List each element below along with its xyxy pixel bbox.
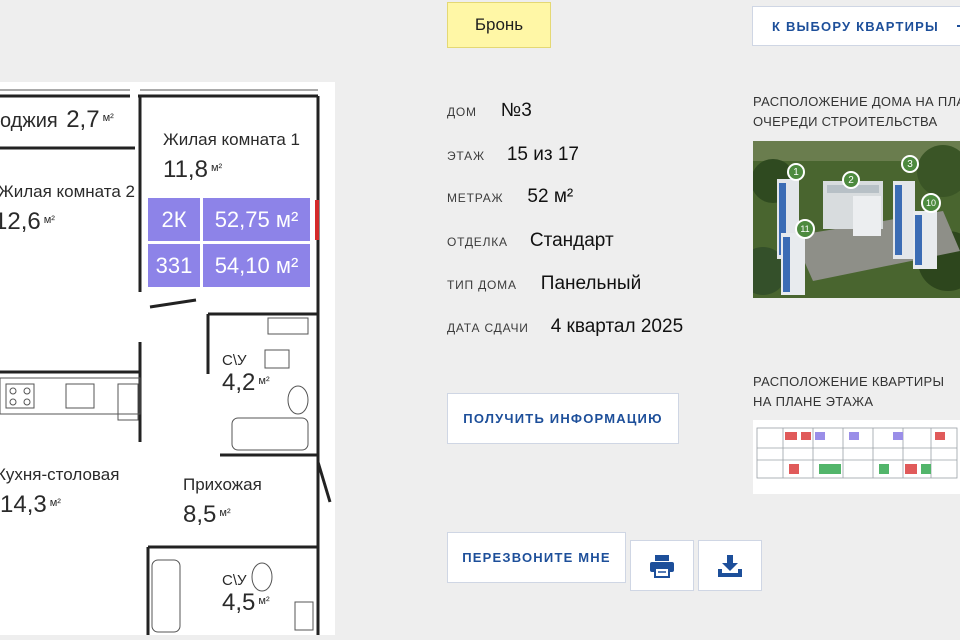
room-name: Жилая комната 2 bbox=[0, 182, 135, 201]
status-badge: Бронь bbox=[447, 2, 551, 48]
room-area: 4,2 bbox=[222, 369, 256, 396]
property-value: Стандарт bbox=[529, 230, 614, 251]
apartment-area-badge: 52,75 м² bbox=[203, 198, 310, 241]
print-button[interactable] bbox=[630, 540, 694, 591]
back-to-apartments-button[interactable]: К ВЫБОРУ КВАРТИРЫ bbox=[752, 6, 960, 46]
floor-plan: оджия 2,7 м² Жилая комната 1 11,8 м² Жилая… bbox=[0, 82, 335, 635]
room-bathroom-1: С\У 4,2 м² bbox=[222, 352, 270, 397]
property-label: ТИП ДОМА bbox=[447, 278, 517, 292]
floor-plan-thumbnail bbox=[753, 420, 960, 494]
property-area: МЕТРАЖ 52 м² bbox=[447, 186, 573, 208]
room-unit: м² bbox=[49, 496, 61, 509]
property-house: ДОМ №3 bbox=[447, 100, 532, 122]
room-area: 2,7 bbox=[66, 106, 100, 133]
property-label: ДОМ bbox=[447, 105, 477, 119]
room-name: С\У bbox=[222, 352, 247, 369]
apartment-type-badge: 2К bbox=[148, 198, 200, 241]
room-area: 12,6 bbox=[0, 208, 41, 235]
property-label: ЭТАЖ bbox=[447, 149, 485, 163]
property-value: Панельный bbox=[540, 273, 642, 294]
property-value: №3 bbox=[500, 100, 532, 121]
room-unit: м² bbox=[102, 111, 114, 124]
building-marker-1[interactable]: 1 bbox=[787, 163, 805, 181]
caption-line: РАСПОЛОЖЕНИЕ КВАРТИРЫ bbox=[753, 374, 945, 389]
room-area: 4,5 bbox=[222, 589, 256, 616]
room-name: С\У bbox=[222, 572, 247, 589]
property-delivery-date: ДАТА СДАЧИ 4 квартал 2025 bbox=[447, 316, 683, 338]
room-area: 11,8 bbox=[163, 156, 208, 183]
red-marker bbox=[315, 200, 319, 240]
house-location-caption: РАСПОЛОЖЕНИЕ ДОМА НА ПЛА ОЧЕРЕДИ СТРОИТЕ… bbox=[753, 92, 960, 132]
property-label: МЕТРАЖ bbox=[447, 191, 504, 205]
room-unit: м² bbox=[43, 213, 55, 226]
room-unit: м² bbox=[258, 594, 270, 607]
flat-location-caption: РАСПОЛОЖЕНИЕ КВАРТИРЫ НА ПЛАНЕ ЭТАЖА bbox=[753, 372, 944, 412]
call-me-button[interactable]: ПЕРЕЗВОНИТЕ МНЕ bbox=[447, 532, 626, 583]
building-marker-10[interactable]: 10 bbox=[921, 193, 941, 213]
property-value: 52 м² bbox=[527, 186, 574, 207]
property-label: ОТДЕЛКА bbox=[447, 235, 508, 249]
room-area: 14,3 bbox=[0, 491, 47, 518]
get-info-button[interactable]: ПОЛУЧИТЬ ИНФОРМАЦИЮ bbox=[447, 393, 679, 444]
room-hallway: Прихожая 8,5 м² bbox=[183, 475, 262, 529]
download-icon bbox=[718, 554, 742, 577]
room-bathroom-2: С\У 4,5 м² bbox=[222, 572, 270, 617]
property-house-type: ТИП ДОМА Панельный bbox=[447, 273, 641, 295]
room-name: Прихожая bbox=[183, 475, 262, 494]
building-marker-11[interactable]: 11 bbox=[795, 219, 815, 239]
caption-line: ОЧЕРЕДИ СТРОИТЕЛЬСТВА bbox=[753, 114, 938, 129]
caption-line: НА ПЛАНЕ ЭТАЖА bbox=[753, 394, 874, 409]
room-name: Жилая комната 1 bbox=[163, 130, 300, 149]
property-value: 4 квартал 2025 bbox=[550, 316, 684, 337]
property-value: 15 из 17 bbox=[506, 144, 579, 165]
room-unit: м² bbox=[258, 374, 270, 387]
room-name: Кухня-столовая bbox=[0, 465, 120, 484]
apartment-total-area-badge: 54,10 м² bbox=[203, 244, 310, 287]
room-living-2: Жилая комната 2 12,6 м² bbox=[0, 182, 135, 236]
property-floor: ЭТАЖ 15 из 17 bbox=[447, 144, 579, 166]
property-finish: ОТДЕЛКА Стандарт bbox=[447, 230, 614, 252]
room-unit: м² bbox=[219, 506, 231, 519]
property-label: ДАТА СДАЧИ bbox=[447, 321, 529, 335]
room-name: оджия bbox=[0, 110, 58, 132]
room-living-1: Жилая комната 1 11,8 м² bbox=[163, 130, 300, 184]
building-marker-2[interactable]: 2 bbox=[842, 171, 860, 189]
room-kitchen: Кухня-столовая 14,3 м² bbox=[0, 465, 119, 519]
floor-location-plan[interactable] bbox=[753, 420, 960, 494]
room-unit: м² bbox=[210, 161, 223, 174]
house-location-photo[interactable]: 1 2 3 11 10 bbox=[753, 141, 960, 298]
printer-icon bbox=[650, 554, 674, 578]
room-area: 8,5 bbox=[183, 501, 217, 528]
building-marker-3[interactable]: 3 bbox=[901, 155, 919, 173]
download-button[interactable] bbox=[698, 540, 762, 591]
room-loggia: оджия 2,7 м² bbox=[0, 106, 114, 134]
aerial-site-image bbox=[753, 141, 960, 298]
back-button-label: К ВЫБОРУ КВАРТИРЫ bbox=[772, 18, 939, 34]
apartment-number-badge: 331 bbox=[148, 244, 200, 287]
caption-line: РАСПОЛОЖЕНИЕ ДОМА НА ПЛА bbox=[753, 94, 960, 109]
